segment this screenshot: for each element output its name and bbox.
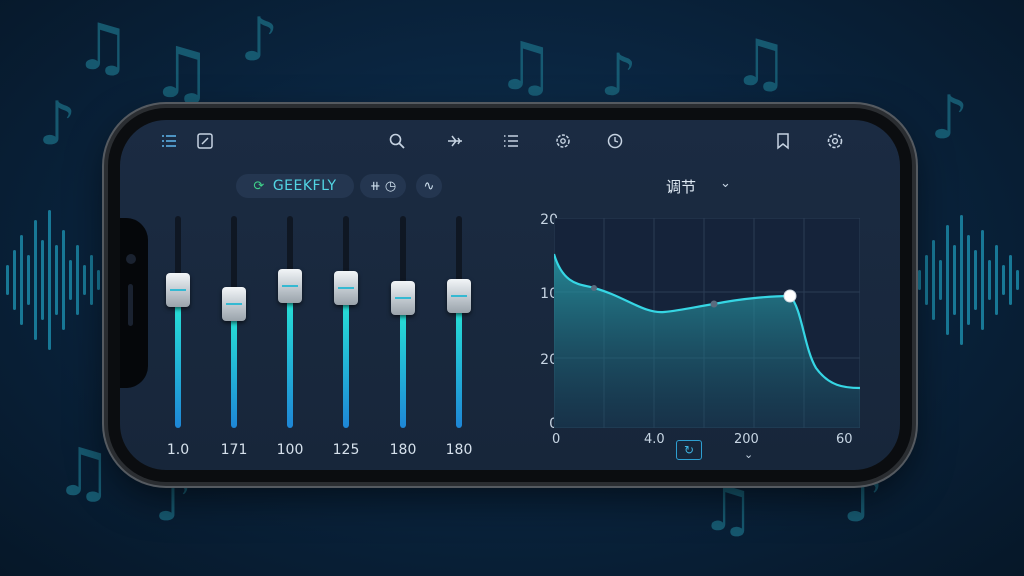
x-tick-label: 0 bbox=[552, 432, 561, 447]
slider-value-label: 1.0 bbox=[166, 442, 190, 458]
camera-icon bbox=[126, 254, 136, 264]
app-screen: ⟳ GEEKFLY ⧺ ◷ ∿ 1.0 171 100 125 180 180 调节 ⌄ … bbox=[120, 120, 900, 470]
speaker-grille bbox=[128, 284, 133, 326]
music-note-icon: ♪ bbox=[240, 5, 279, 75]
edit-icon[interactable] bbox=[194, 130, 216, 152]
slider-knob[interactable] bbox=[278, 269, 302, 303]
music-note-icon: ♪ bbox=[38, 89, 77, 159]
top-toolbar bbox=[120, 120, 900, 160]
slider-knob[interactable] bbox=[166, 273, 190, 307]
slider-fill bbox=[400, 304, 406, 428]
slider-fill bbox=[175, 296, 181, 428]
wave-icon: ∿ bbox=[423, 178, 435, 194]
slider-value-label: 100 bbox=[276, 442, 304, 458]
preset-brand-chip[interactable]: ⟳ GEEKFLY bbox=[236, 174, 354, 198]
preset-logo-icon: ⟳ bbox=[253, 178, 265, 194]
search-icon[interactable] bbox=[386, 130, 408, 152]
eq-slider[interactable] bbox=[383, 216, 423, 434]
clock-icon[interactable] bbox=[604, 130, 626, 152]
bookmark-icon[interactable] bbox=[772, 130, 794, 152]
sound-wave-left bbox=[6, 200, 100, 360]
slider-value-label: 180 bbox=[389, 442, 417, 458]
music-note-icon: ♪ bbox=[930, 83, 969, 153]
airplane-icon[interactable] bbox=[444, 130, 466, 152]
chevron-down-icon[interactable]: ⌄ bbox=[744, 448, 753, 461]
slider-knob[interactable] bbox=[334, 271, 358, 305]
slider-fill bbox=[343, 294, 349, 428]
eq-slider[interactable] bbox=[326, 216, 366, 434]
music-note-icon: ♫ bbox=[732, 27, 790, 101]
music-note-icon: ♫ bbox=[700, 472, 756, 545]
slider-value-label: 171 bbox=[220, 442, 248, 458]
x-tick-label: 4.0 bbox=[644, 432, 665, 447]
x-tick-label: 60 bbox=[836, 432, 853, 447]
music-note-icon: ♪ bbox=[600, 41, 638, 109]
mode-chip-a[interactable]: ⧺ ◷ bbox=[360, 174, 406, 198]
eq-node-selected[interactable] bbox=[783, 289, 797, 303]
preset-brand-label: GEEKFLY bbox=[272, 178, 337, 194]
chevron-down-icon[interactable]: ⌄ bbox=[720, 176, 731, 191]
eq-node[interactable] bbox=[710, 300, 718, 308]
slider-knob[interactable] bbox=[391, 281, 415, 315]
eq-slider[interactable] bbox=[158, 216, 198, 434]
list-icon[interactable] bbox=[500, 130, 522, 152]
sound-wave-right bbox=[918, 200, 1019, 360]
eq-slider[interactable] bbox=[214, 216, 254, 434]
music-note-icon: ♫ bbox=[496, 28, 556, 105]
frequency-response-graph[interactable] bbox=[554, 218, 860, 428]
x-tick-label: 200 bbox=[734, 432, 759, 447]
settings-icon[interactable] bbox=[824, 130, 846, 152]
reset-icon: ↻ bbox=[683, 443, 695, 457]
slider-fill bbox=[287, 292, 293, 428]
music-note-icon: ♫ bbox=[150, 32, 213, 114]
slider-knob[interactable] bbox=[222, 287, 246, 321]
eq-node[interactable] bbox=[591, 285, 597, 291]
graph-title: 调节 bbox=[666, 178, 697, 196]
phone-notch bbox=[120, 218, 148, 388]
music-note-icon: ♫ bbox=[54, 434, 114, 511]
mode-chip-a-label: ⧺ ◷ bbox=[369, 178, 397, 194]
reset-button[interactable]: ↻ bbox=[676, 440, 702, 460]
slider-fill bbox=[231, 310, 237, 428]
phone-frame: ⟳ GEEKFLY ⧺ ◷ ∿ 1.0 171 100 125 180 180 调节 ⌄ … bbox=[108, 108, 912, 482]
slider-value-label: 180 bbox=[445, 442, 473, 458]
slider-knob[interactable] bbox=[447, 279, 471, 313]
eq-slider[interactable] bbox=[439, 216, 479, 434]
menu-icon[interactable] bbox=[158, 130, 180, 152]
music-note-icon: ♫ bbox=[74, 11, 132, 85]
mode-chip-b[interactable]: ∿ bbox=[416, 174, 442, 198]
settings-gear-icon[interactable] bbox=[552, 130, 574, 152]
slider-value-label: 125 bbox=[332, 442, 360, 458]
slider-fill bbox=[456, 302, 462, 428]
eq-slider[interactable] bbox=[270, 216, 310, 434]
